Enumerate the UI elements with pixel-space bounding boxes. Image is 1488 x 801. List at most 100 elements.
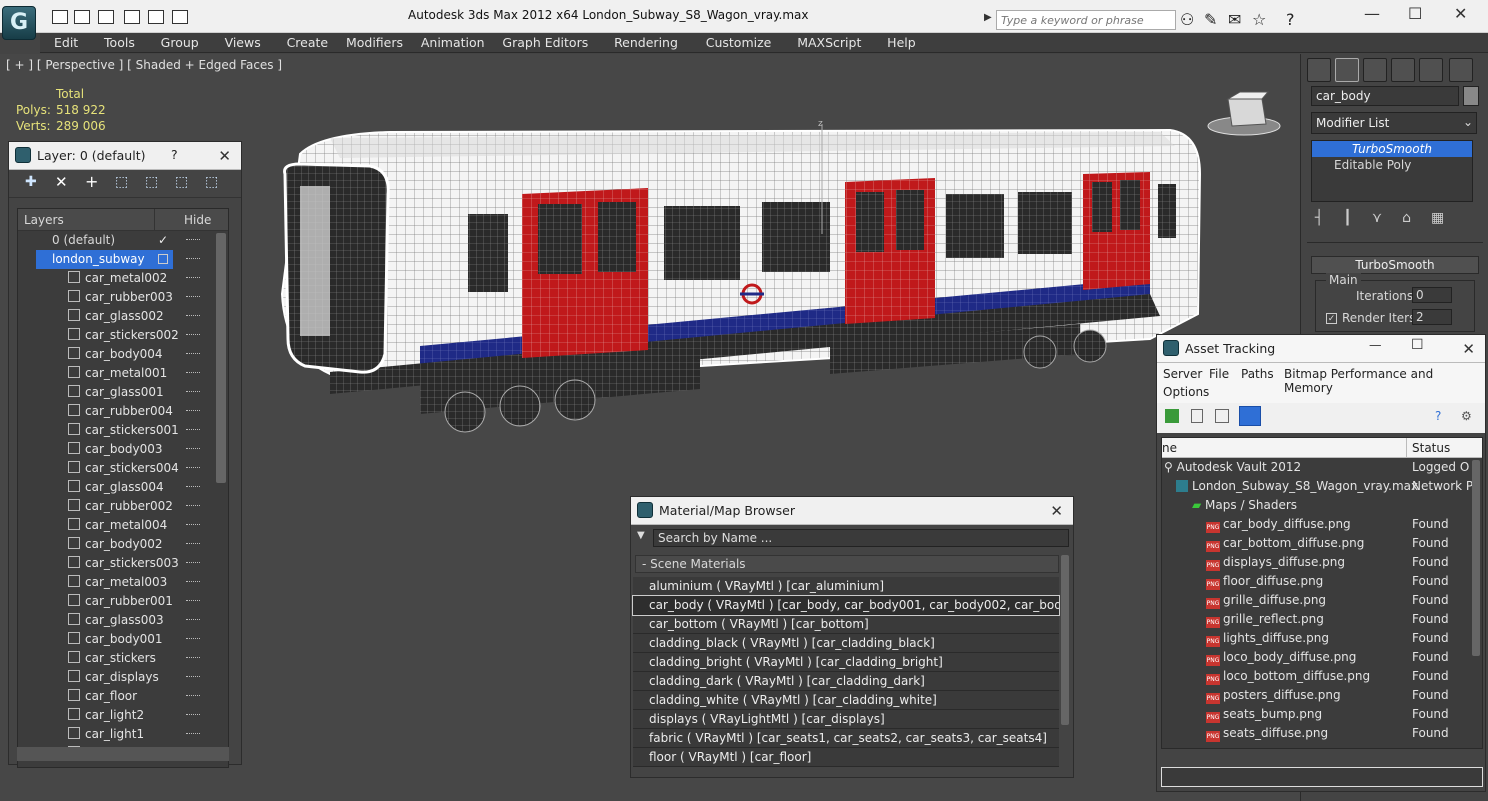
layer-settings-icon[interactable] [158,254,168,264]
asset-map-row[interactable]: PNG displays_diffuse.png Found [1162,553,1482,572]
layer-item-car-rubber001[interactable]: car_rubber001 [18,592,228,611]
layer-item-car-metal002[interactable]: car_metal002 [18,269,228,288]
help-icon[interactable]: ? [1435,409,1441,423]
hide-toggle[interactable] [186,448,200,451]
asset-map-row[interactable]: PNG floor_diffuse.png Found [1162,572,1482,591]
close-icon[interactable]: ✕ [1462,340,1475,358]
layer-item-car-stickers001[interactable]: car_stickers001 [18,421,228,440]
minimize-button[interactable]: — [1364,4,1380,23]
close-icon[interactable]: ✕ [218,147,231,165]
layer-item-car-glass003[interactable]: car_glass003 [18,611,228,630]
hide-toggle[interactable] [186,277,200,280]
asset-map-row[interactable]: PNG posters_diffuse.png Found [1162,686,1482,705]
asset-map-row[interactable]: PNG grille_diffuse.png Found [1162,591,1482,610]
hide-toggle[interactable] [186,467,200,470]
asset-map-row[interactable]: PNG loco_body_diffuse.png Found [1162,648,1482,667]
modify-tab-icon[interactable] [1335,58,1359,82]
select-objects-icon[interactable]: ⬚ [115,174,128,190]
hide-toggle[interactable] [186,733,200,736]
layer-item-car-light2[interactable]: car_light2 [18,706,228,725]
new-file-icon[interactable] [52,10,68,24]
hide-all-icon[interactable]: ⬚ [175,174,188,190]
hide-toggle[interactable] [186,391,200,394]
layer-row-default[interactable]: 0 (default) ✓ [18,231,228,250]
status-column-header[interactable]: Status [1412,441,1450,455]
layer-item-car-glass004[interactable]: car_glass004 [18,478,228,497]
layer-item-car-glass002[interactable]: car_glass002 [18,307,228,326]
iterations-spinner[interactable]: 0 [1412,287,1452,303]
asset-map-row[interactable]: PNG car_body_diffuse.png Found [1162,515,1482,534]
help-icon[interactable]: ? [171,147,178,162]
layer-item-car-metal004[interactable]: car_metal004 [18,516,228,535]
hide-toggle[interactable] [186,619,200,622]
hide-toggle[interactable] [186,676,200,679]
layer-row-london-subway[interactable]: london_subway [18,250,228,269]
layer-item-car-body004[interactable]: car_body004 [18,345,228,364]
render-iters-spinner[interactable]: 2 [1412,309,1452,325]
viewport-label[interactable]: [ + ] [ Perspective ] [ Shaded + Edged F… [6,58,282,72]
layer-item-car-stickers002[interactable]: car_stickers002 [18,326,228,345]
thumbnail-view-icon[interactable] [1215,409,1229,423]
hide-toggle[interactable] [186,486,200,489]
menu-group[interactable]: Group [161,33,199,52]
app-logo-icon[interactable]: G [2,6,36,40]
hide-toggle[interactable] [186,714,200,717]
menu-tools[interactable]: Tools [104,33,135,52]
search-arrow-icon[interactable]: ▶ [984,12,992,23]
hide-toggle[interactable] [186,524,200,527]
material-item[interactable]: floor ( VRayMtl ) [car_floor] [633,748,1059,767]
hide-toggle[interactable] [186,600,200,603]
asset-path-field[interactable] [1161,767,1483,787]
table-view-icon[interactable] [1239,406,1261,426]
maximize-button[interactable]: ☐ [1408,4,1422,23]
hierarchy-tab-icon[interactable] [1363,58,1387,82]
search-input[interactable]: Type a keyword or phrase [996,10,1176,30]
close-button[interactable]: ✕ [1454,4,1467,23]
open-file-icon[interactable] [74,10,90,24]
asset-map-row[interactable]: PNG seats_bump.png Found [1162,705,1482,724]
menu-help[interactable]: Help [887,33,916,52]
layer-panel-header[interactable]: Layer: 0 (default) ? ✕ [9,142,241,170]
material-search-input[interactable]: Search by Name ... [653,529,1069,547]
freeze-all-icon[interactable]: ⬚ [205,174,218,190]
wrench-icon[interactable]: ✎ [1204,10,1217,29]
layer-item-car-body001[interactable]: car_body001 [18,630,228,649]
motion-tab-icon[interactable] [1391,58,1415,82]
list-view-icon[interactable] [1191,409,1203,423]
save-file-icon[interactable] [98,10,114,24]
hide-toggle[interactable] [186,657,200,660]
hide-toggle[interactable] [186,410,200,413]
modifier-list-dropdown[interactable]: Modifier List ⌄ [1311,112,1477,134]
asset-scrollbar[interactable] [1472,460,1480,656]
layer-item-car-stickers[interactable]: car_stickers [18,649,228,668]
layer-item-car-light1[interactable]: car_light1 [18,725,228,744]
layer-hscrollbar[interactable] [17,747,229,761]
material-item[interactable]: aluminium ( VRayMtl ) [car_aluminium] [633,577,1059,596]
object-color-swatch[interactable] [1463,86,1479,106]
hide-toggle[interactable] [186,505,200,508]
material-item[interactable]: cladding_black ( VRayMtl ) [car_cladding… [633,634,1059,653]
options-triangle-icon[interactable]: ▼ [637,530,645,541]
maximize-button[interactable]: ☐ [1411,337,1424,353]
layer-item-car-metal003[interactable]: car_metal003 [18,573,228,592]
undo-icon[interactable] [124,10,140,24]
material-item[interactable]: car_body ( VRayMtl ) [car_body, car_body… [632,595,1060,616]
communication-center-icon[interactable]: ✉ [1228,10,1241,29]
layer-item-car-glass001[interactable]: car_glass001 [18,383,228,402]
settings-icon[interactable]: ⚙ [1461,409,1472,423]
create-layer-icon[interactable]: ✚ [25,174,37,190]
render-iters-checkbox[interactable]: ✓ [1326,313,1337,324]
material-browser-header[interactable]: Material/Map Browser ✕ [631,497,1073,525]
menu-maxscript[interactable]: MAXScript [797,33,861,52]
hide-column-header[interactable]: Hide [184,213,211,227]
hide-toggle[interactable] [186,581,200,584]
scene-materials-section[interactable]: - Scene Materials [635,555,1059,573]
layer-item-car-metal001[interactable]: car_metal001 [18,364,228,383]
material-item[interactable]: cladding_bright ( VRayMtl ) [car_claddin… [633,653,1059,672]
stack-tools-row[interactable]: ┤┃⋎⌂▦ [1315,210,1464,226]
menu-graph-editors[interactable]: Graph Editors [502,33,588,52]
project-folder-icon[interactable] [172,10,188,24]
favorites-star-icon[interactable]: ☆ [1252,10,1266,29]
layer-item-car-stickers003[interactable]: car_stickers003 [18,554,228,573]
stack-item-editable-poly[interactable]: Editable Poly [1312,157,1472,173]
